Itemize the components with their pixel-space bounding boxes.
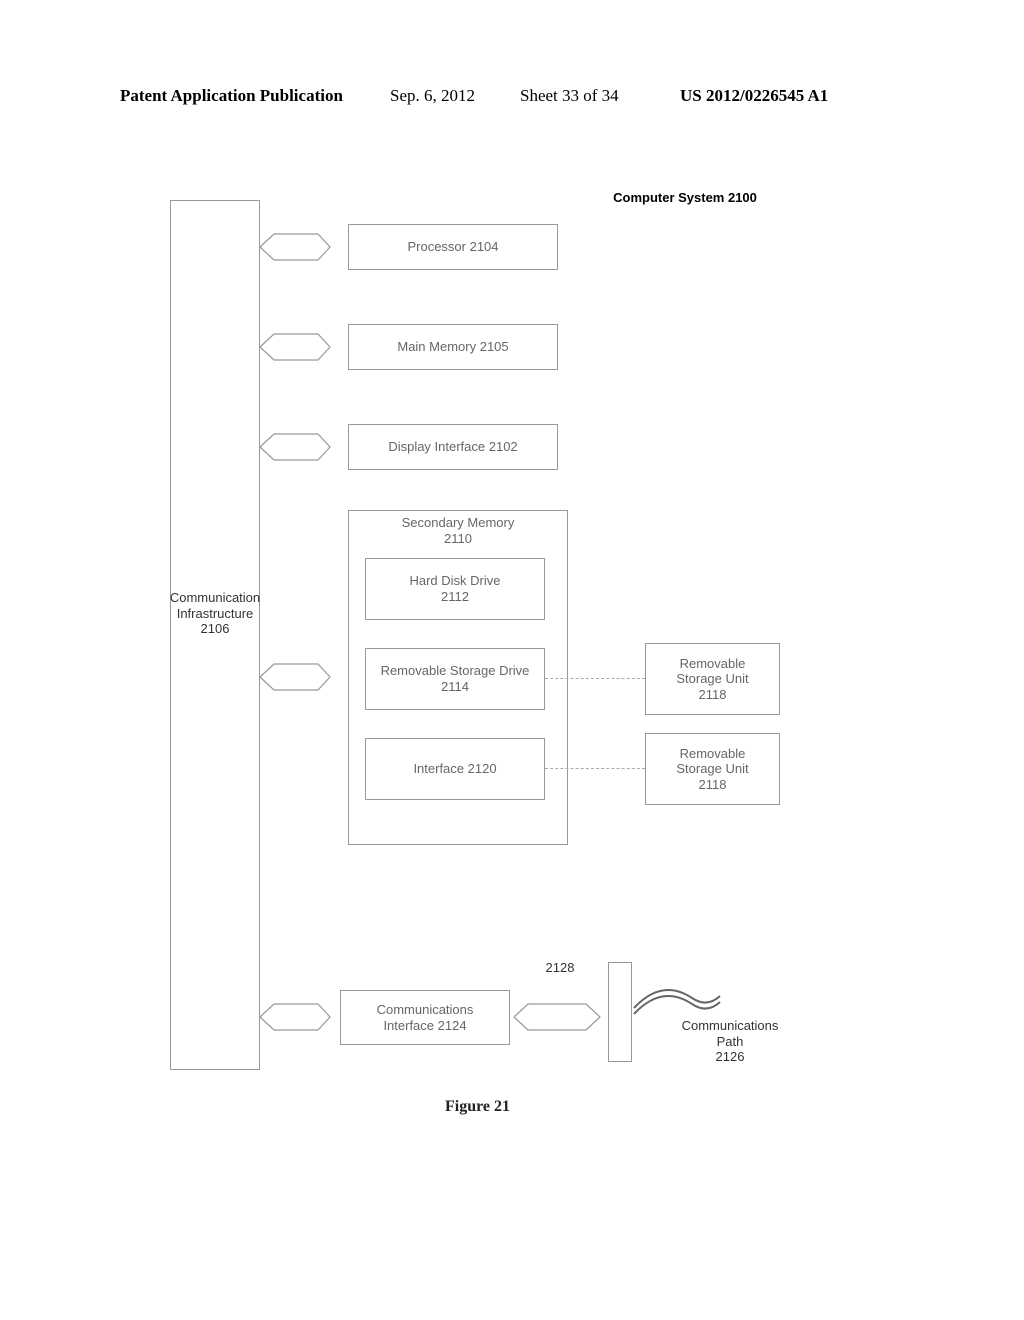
- header-date: Sep. 6, 2012: [390, 86, 475, 106]
- comm-path-l3: 2126: [716, 1049, 745, 1064]
- rsu-bottom-l2: Storage Unit: [676, 761, 748, 777]
- comm-interface-l1: Communications: [377, 1002, 474, 1018]
- antenna-tower-icon: [608, 962, 632, 1062]
- comm-path-label: Communications Path 2126: [660, 1018, 800, 1065]
- page: Patent Application Publication Sep. 6, 2…: [0, 0, 1024, 1320]
- diagram: Computer System 2100 Communication Infra…: [140, 190, 900, 1110]
- bus-label: Communication Infrastructure 2106: [158, 590, 272, 637]
- rsu-top-box: Removable Storage Unit 2118: [645, 643, 780, 715]
- comm-path-l1: Communications: [682, 1018, 779, 1033]
- system-title: Computer System 2100: [580, 190, 790, 206]
- hard-disk-box: Hard Disk Drive 2112: [365, 558, 545, 620]
- rsu-bottom-l1: Removable: [680, 746, 746, 762]
- secondary-memory-title-l1: Secondary Memory: [402, 515, 515, 531]
- comm-path-l2: Path: [717, 1034, 744, 1049]
- bus-arrow-removable-icon: [258, 660, 332, 694]
- hard-disk-l2: 2112: [441, 589, 469, 605]
- rsu-top-l2: Storage Unit: [676, 671, 748, 687]
- interface-box: Interface 2120: [365, 738, 545, 800]
- dash-rsu-bottom: [545, 768, 645, 769]
- comm-out-arrow-icon: [512, 1000, 602, 1034]
- bus-arrow-memory-icon: [258, 330, 332, 364]
- processor-box: Processor 2104: [348, 224, 558, 270]
- bus-label-l2: Infrastructure: [177, 606, 254, 621]
- rsu-top-l1: Removable: [680, 656, 746, 672]
- header-right: US 2012/0226545 A1: [680, 86, 828, 106]
- header-left: Patent Application Publication: [120, 86, 343, 106]
- removable-drive-l1: Removable Storage Drive: [381, 663, 530, 679]
- display-interface-label: Display Interface 2102: [388, 439, 517, 455]
- comm-interface-box: Communications Interface 2124: [340, 990, 510, 1045]
- rsu-bottom-box: Removable Storage Unit 2118: [645, 733, 780, 805]
- main-memory-label: Main Memory 2105: [397, 339, 508, 355]
- bus-label-l1: Communication: [170, 590, 260, 605]
- secondary-memory-title-l2: 2110: [444, 531, 472, 547]
- dash-rsu-top: [545, 678, 645, 679]
- comm-interface-l2: Interface 2124: [383, 1018, 466, 1034]
- bus-arrow-comm-icon: [258, 1000, 332, 1034]
- main-memory-box: Main Memory 2105: [348, 324, 558, 370]
- bus-arrow-display-icon: [258, 430, 332, 464]
- comm-arrow-label: 2128: [530, 960, 590, 976]
- figure-caption: Figure 21: [445, 1098, 510, 1116]
- processor-label: Processor 2104: [407, 239, 498, 255]
- display-interface-box: Display Interface 2102: [348, 424, 558, 470]
- interface-label: Interface 2120: [413, 761, 496, 777]
- header-sheet: Sheet 33 of 34: [520, 86, 619, 106]
- rsu-bottom-l3: 2118: [699, 777, 727, 793]
- removable-drive-l2: 2114: [441, 679, 469, 695]
- rsu-top-l3: 2118: [699, 687, 727, 703]
- hard-disk-l1: Hard Disk Drive: [409, 573, 500, 589]
- bus-label-l3: 2106: [201, 621, 230, 636]
- bus-arrow-processor-icon: [258, 230, 332, 264]
- signal-wave-icon: [632, 978, 722, 1018]
- removable-drive-box: Removable Storage Drive 2114: [365, 648, 545, 710]
